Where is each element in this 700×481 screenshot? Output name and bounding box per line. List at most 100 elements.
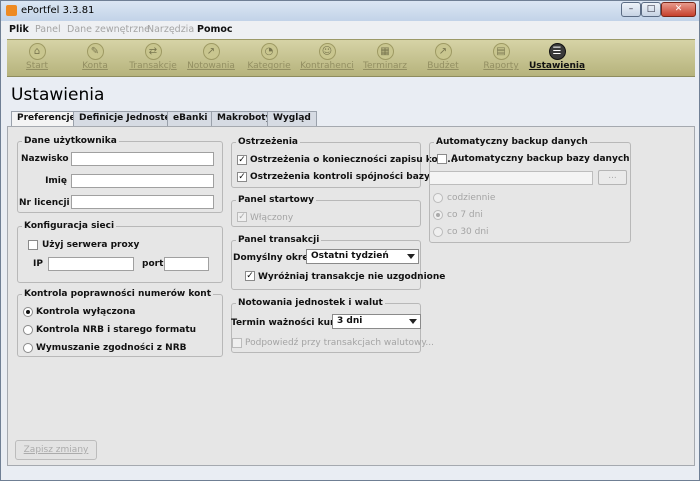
radio-selected-dot	[26, 310, 30, 314]
group-title: Kontrola poprawności numerów kont	[22, 289, 214, 299]
group-title: Dane użytkownika	[22, 136, 119, 146]
quotes-icon: ↗	[202, 43, 220, 60]
group-title: Panel transakcji	[236, 235, 322, 245]
group-title: Notowania jednostek i walut	[236, 298, 385, 308]
toolbar-label: Budżet	[427, 61, 459, 71]
tab-preferencje[interactable]: Preferencje	[11, 111, 82, 127]
tab-wyglad[interactable]: Wygląd	[267, 111, 317, 126]
backup-warning-checkbox[interactable]: ✓	[237, 155, 247, 165]
menu-bar: Plik Panel Dane zewnętrzne Narzędzia Pom…	[1, 21, 699, 39]
validity-label: Termin ważności kur...	[231, 318, 344, 328]
categories-icon: ◔	[260, 43, 278, 60]
radio-kontrola-nrb[interactable]	[23, 325, 33, 335]
settings-icon: ☰	[548, 43, 566, 60]
port-field[interactable]	[164, 257, 209, 271]
chevron-down-icon	[409, 319, 417, 324]
toolbar-label: Transakcje	[129, 61, 177, 71]
group-title: Konfiguracja sieci	[22, 221, 117, 231]
validity-dropdown[interactable]: 3 dni	[332, 314, 421, 329]
radio-label: co 7 dni	[447, 210, 483, 220]
radio-label: Wymuszanie zgodności z NRB	[36, 343, 187, 353]
toolbar-transakcje-button[interactable]: ⇄ Transakcje	[123, 42, 183, 76]
chevron-down-icon	[407, 254, 415, 259]
menu-dane-zewnetrzne[interactable]: Dane zewnętrzne	[67, 24, 150, 35]
radio-daily[interactable]	[433, 193, 443, 203]
radio-every-7-days[interactable]	[433, 210, 443, 220]
start-panel-checkbox[interactable]: ✓	[237, 212, 247, 222]
checkbox-label: Ostrzeżenia o konieczności zapisu kopi..…	[250, 155, 458, 165]
network-group: Konfiguracja sieci	[17, 221, 223, 283]
menu-plik[interactable]: Plik	[9, 24, 29, 35]
toolbar-start-button[interactable]: ⌂ Start	[7, 42, 67, 76]
toolbar-kontrahenci-button[interactable]: ☺ Kontrahenci	[297, 42, 357, 76]
surname-label: Nazwisko	[21, 154, 69, 164]
backup-path-field[interactable]	[429, 171, 593, 185]
menu-pomoc[interactable]: Pomoc	[197, 24, 233, 35]
radio-label: Kontrola NRB i starego formatu	[36, 325, 197, 335]
main-toolbar: ⌂ Start ✎ Konta ⇄ Transakcje ↗ Notowania…	[7, 39, 695, 77]
radio-label: co 30 dni	[447, 227, 489, 237]
backup-checkbox[interactable]	[437, 154, 447, 164]
toolbar-ustawienia-button[interactable]: ☰ Ustawienia	[527, 42, 587, 76]
toolbar-notowania-button[interactable]: ↗ Notowania	[181, 42, 241, 76]
group-title: Ostrzeżenia	[236, 137, 300, 147]
license-field[interactable]	[71, 195, 214, 209]
checkbox-label: Wyróżniaj transakcje nie uzgodnione	[258, 272, 446, 282]
radio-every-30-days[interactable]	[433, 227, 443, 237]
title-bar: ePortfel 3.3.81 – □ ✕	[1, 1, 699, 21]
highlight-checkbox[interactable]: ✓	[245, 271, 255, 281]
browse-button[interactable]: ...	[598, 170, 627, 185]
radio-selected-dot	[436, 213, 440, 217]
toolbar-raporty-button[interactable]: ▤ Raporty	[471, 42, 531, 76]
radio-label: Kontrola wyłączona	[36, 307, 136, 317]
toolbar-label: Ustawienia	[528, 61, 586, 71]
group-title: Automatyczny backup danych	[434, 137, 590, 147]
toolbar-kategorie-button[interactable]: ◔ Kategorie	[239, 42, 299, 76]
proxy-checkbox[interactable]	[28, 240, 38, 250]
calendar-icon: ▦	[376, 43, 394, 60]
toolbar-konta-button[interactable]: ✎ Konta	[65, 42, 125, 76]
page-title: Ustawienia	[11, 85, 105, 105]
toolbar-label: Start	[26, 61, 48, 71]
tab-ebanki[interactable]: eBanki	[167, 111, 214, 126]
radio-label: codziennie	[447, 193, 496, 203]
radio-wymuszanie-nrb[interactable]	[23, 343, 33, 353]
currency-hint-checkbox[interactable]	[232, 338, 242, 348]
first-name-field[interactable]	[71, 174, 214, 188]
license-label: Nr licencji	[19, 198, 70, 208]
period-value: Ostatni tydzień	[311, 251, 389, 261]
toolbar-label: Kontrahenci	[300, 61, 354, 71]
transactions-icon: ⇄	[144, 43, 162, 60]
window-title: ePortfel 3.3.81	[21, 5, 95, 16]
save-changes-button[interactable]: Zapisz zmiany	[15, 440, 97, 460]
close-button[interactable]: ✕	[661, 2, 696, 17]
toolbar-label: Kategorie	[247, 61, 291, 71]
group-title: Panel startowy	[236, 195, 316, 205]
surname-field[interactable]	[71, 152, 214, 166]
app-window: ePortfel 3.3.81 – □ ✕ Plik Panel Dane ze…	[0, 0, 700, 481]
period-label: Domyślny okres	[233, 253, 314, 263]
menu-panel[interactable]: Panel	[35, 24, 61, 35]
validity-value: 3 dni	[337, 316, 363, 326]
transactions-panel-group: Panel transakcji	[231, 235, 421, 290]
reports-icon: ▤	[492, 43, 510, 60]
toolbar-label: Konta	[82, 61, 108, 71]
accounts-icon: ✎	[86, 43, 104, 60]
toolbar-label: Raporty	[483, 61, 519, 71]
menu-narzedzia[interactable]: Narzędzia	[147, 24, 194, 35]
radio-kontrola-wylaczona[interactable]	[23, 307, 33, 317]
app-logo-icon	[6, 5, 17, 16]
consistency-warning-checkbox[interactable]: ✓	[237, 172, 247, 182]
checkbox-label: Ostrzeżenia kontroli spójności bazy	[250, 172, 430, 182]
toolbar-label: Notowania	[187, 61, 235, 71]
period-dropdown[interactable]: Ostatni tydzień	[306, 249, 419, 264]
minimize-button[interactable]: –	[621, 2, 641, 17]
toolbar-label: Terminarz	[363, 61, 407, 71]
proxy-label: Użyj serwera proxy	[42, 240, 140, 250]
budget-icon: ↗	[434, 43, 452, 60]
ip-field[interactable]	[48, 257, 134, 271]
maximize-button[interactable]: □	[641, 2, 661, 17]
toolbar-terminarz-button[interactable]: ▦ Terminarz	[355, 42, 415, 76]
toolbar-budzet-button[interactable]: ↗ Budżet	[413, 42, 473, 76]
home-icon: ⌂	[28, 43, 46, 60]
